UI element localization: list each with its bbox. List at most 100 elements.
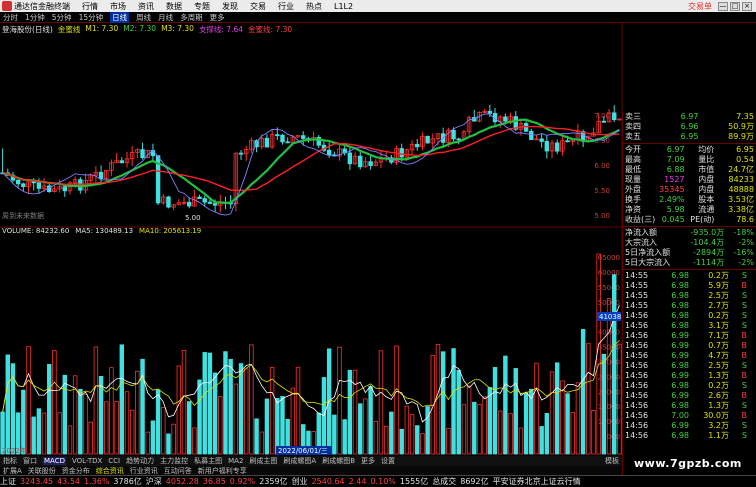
volume-bar [176,365,182,455]
low-price-label: 5.00 [185,214,201,222]
candle-body [415,143,420,148]
indicator-tab-6[interactable]: 主力监控 [160,456,188,466]
menu-item-data[interactable]: 数据 [166,1,182,12]
indicator-legend: 登海股份(日线) 金蜜线 M1: 7.30 M2: 7.30 M3: 7.30 … [2,24,292,34]
info-tab-5[interactable]: 互动问答 [164,466,192,475]
stat-row: 外盘 35345 内盘 48888 [623,185,756,195]
maximize-button[interactable]: □ [730,1,740,11]
info-tab-6[interactable]: 新用户福利专享 [198,466,247,475]
stat-label-2: PE(动) [690,215,715,224]
stat-row: 最高 7.09 量比 0.54 [623,155,756,165]
period-tab-4[interactable]: 日线 [110,11,130,23]
tick-price: 6.99 [671,391,689,400]
menu-item-topic[interactable]: 专题 [194,1,210,12]
adjust-note: 周到未来数据 [2,211,44,220]
indicator-tab-9[interactable]: 刷成主图 [249,456,277,466]
period-tab-7[interactable]: 多周期 [180,12,203,23]
stat-value: 35345 [659,185,685,194]
news-ticker[interactable]: 平安证券北京上证云行情 [493,476,581,487]
sh-index-label[interactable]: 上证 [0,476,16,487]
flow-label: 大宗流入 [625,238,657,247]
tick-row: 14:56 6.98 2.5万 S [623,361,756,371]
tick-volume: 0.7万 [708,341,729,350]
trade-order-link[interactable]: 交易单 [688,1,712,12]
menu-item-l1l2[interactable]: L1L2 [334,2,353,11]
period-tab-1[interactable]: 1分钟 [25,12,45,23]
indicator-tab-1[interactable]: 窗口 [23,456,37,466]
volume-bar [88,421,93,455]
info-tab-4[interactable]: 行业资讯 [130,466,158,475]
indicator-tab-4[interactable]: CCI [108,457,120,465]
volume-bar [586,342,591,455]
volume-bar [332,414,337,455]
candle-body [451,129,456,140]
period-tab-5[interactable]: 周线 [136,12,151,23]
menu-item-hotspot[interactable]: 热点 [306,1,322,12]
info-tab-1[interactable]: 关联股份 [28,466,56,475]
sz-index-label[interactable]: 沪深 [146,476,162,487]
tick-row: 14:56 6.98 1.1万 S [623,431,756,441]
indicator-tab-8[interactable]: MA2 [228,457,243,465]
cy-index-amount: 1555亿 [399,477,429,486]
volume-axis-label: 55000 [598,284,620,292]
flow-pct: -18% [733,228,754,237]
tick-time: 14:56 [625,421,649,430]
menu-item-industry[interactable]: 行业 [278,1,294,12]
stat-label: 最高 [625,155,641,164]
volume-bar [508,413,513,455]
menu-item-discover[interactable]: 发现 [222,1,238,12]
date-cursor-label: 2022/06/01/三 [278,447,328,455]
sz-index-pct: 0.92% [229,477,256,486]
indicator-tab-2[interactable]: MACD [43,457,66,465]
menu-item-market[interactable]: 市场 [110,1,126,12]
period-tab-3[interactable]: 15分钟 [79,12,104,23]
tick-volume: 5.9万 [708,281,729,290]
tick-row: 14:56 6.99 7.1万 B [623,331,756,341]
indicator-tab-13[interactable]: 设置 [381,456,395,466]
menu-item-quotes[interactable]: 行情 [82,1,98,12]
period-tab-8[interactable]: 更多 [210,12,225,23]
menu-item-trade[interactable]: 交易 [250,1,266,12]
tick-row: 14:56 6.99 2.6万 B [623,391,756,401]
indicator-tab-7[interactable]: 私募主图 [194,456,222,466]
tick-time: 14:56 [625,361,649,370]
period-tab-2[interactable]: 5分钟 [52,12,72,23]
tick-price: 6.98 [671,381,689,390]
stat-label-2: 市值 [698,165,715,174]
tick-time: 14:56 [625,371,649,380]
volume-bar [21,389,26,455]
tick-direction: S [741,311,747,320]
candle-body [212,202,218,206]
indicator-tab-0[interactable]: 指标 [3,456,17,466]
stat-label: 净资 [625,205,641,214]
info-tab-3[interactable]: 综合资讯 [96,466,124,475]
info-tab-2[interactable]: 资金分布 [62,466,90,475]
ask-volume: 7.35 [736,112,754,121]
period-tab-6[interactable]: 月线 [158,12,173,23]
indicator-tab-12[interactable]: 更多 [361,456,375,466]
indicator-tab-5[interactable]: 趋势动力 [126,456,154,466]
volume-bar [570,412,575,455]
minimize-button[interactable]: — [718,1,728,11]
cy-index-label[interactable]: 创业 [292,476,308,487]
menu-item-news[interactable]: 资讯 [138,1,154,12]
tick-direction: B [741,341,748,350]
tick-direction: S [741,301,747,310]
indicator-tab-3[interactable]: VOL-TDX [72,457,102,465]
volume-bar [612,274,617,455]
close-button[interactable]: × [742,1,752,11]
tick-price: 6.99 [671,421,689,430]
candle-body [456,138,461,141]
template-tab[interactable]: 模板 [605,456,619,466]
ask-volume: 50.9万 [728,122,754,131]
tick-direction: B [741,331,748,340]
volume-bar [5,354,10,455]
total-volume-value: 8692亿 [460,477,489,486]
indicator-tab-11[interactable]: 刷成螺图B [322,456,355,466]
volume-bar [228,358,233,455]
tick-volume: 4.7万 [708,351,729,360]
cy-index-pct: 0.10% [370,477,396,486]
indicator-tab-10[interactable]: 刷成螺图A [283,456,316,466]
info-tab-0[interactable]: 扩展A [3,466,22,475]
period-tab-0[interactable]: 分时 [3,12,18,23]
